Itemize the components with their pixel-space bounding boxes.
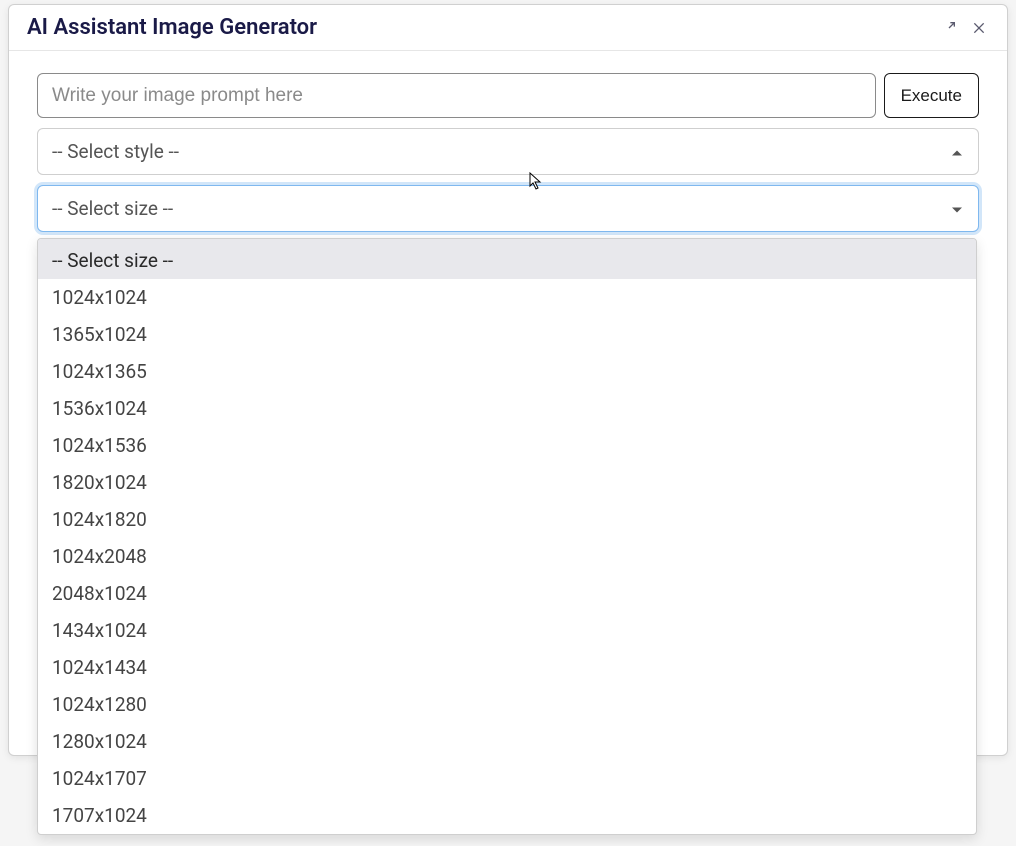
style-select[interactable]: -- Select style -- (37, 128, 979, 175)
size-option[interactable]: 1024x1434 (38, 649, 976, 686)
size-option[interactable]: 1536x1024 (38, 390, 976, 427)
dialog-header: AI Assistant Image Generator (9, 5, 1007, 51)
chevron-down-icon (952, 197, 962, 220)
size-dropdown-list[interactable]: -- Select size --1024x10241365x10241024x… (37, 238, 977, 835)
size-option[interactable]: 1707x1024 (38, 797, 976, 834)
size-option[interactable]: 1820x1024 (38, 464, 976, 501)
image-generator-dialog: AI Assistant Image Generator Execute -- … (8, 4, 1008, 756)
size-option[interactable]: 1024x1820 (38, 501, 976, 538)
size-option[interactable]: 1024x1024 (38, 279, 976, 316)
size-select[interactable]: -- Select size -- (37, 185, 979, 232)
size-option[interactable]: -- Select size -- (38, 239, 976, 279)
size-select-wrap: -- Select size -- -- Select size --1024x… (37, 185, 979, 232)
chevron-up-icon (952, 140, 962, 163)
style-select-wrap: -- Select style -- (37, 128, 979, 175)
header-actions (939, 18, 989, 38)
expand-icon[interactable] (939, 18, 959, 38)
size-option[interactable]: 1365x1024 (38, 316, 976, 353)
size-option[interactable]: 1280x1024 (38, 723, 976, 760)
prompt-input[interactable] (37, 73, 876, 118)
size-option[interactable]: 1024x1365 (38, 353, 976, 390)
prompt-row: Execute (37, 73, 979, 118)
size-option[interactable]: 1024x1280 (38, 686, 976, 723)
close-icon[interactable] (969, 18, 989, 38)
dialog-title: AI Assistant Image Generator (27, 15, 317, 40)
dialog-body: Execute -- Select style -- -- Select siz… (9, 51, 1007, 260)
size-option[interactable]: 1024x1707 (38, 760, 976, 797)
size-select-value: -- Select size -- (52, 197, 173, 220)
execute-button[interactable]: Execute (884, 73, 979, 118)
style-select-value: -- Select style -- (52, 140, 179, 163)
size-option[interactable]: 1024x1536 (38, 427, 976, 464)
size-option[interactable]: 1024x2048 (38, 538, 976, 575)
size-option[interactable]: 1434x1024 (38, 612, 976, 649)
size-option[interactable]: 2048x1024 (38, 575, 976, 612)
